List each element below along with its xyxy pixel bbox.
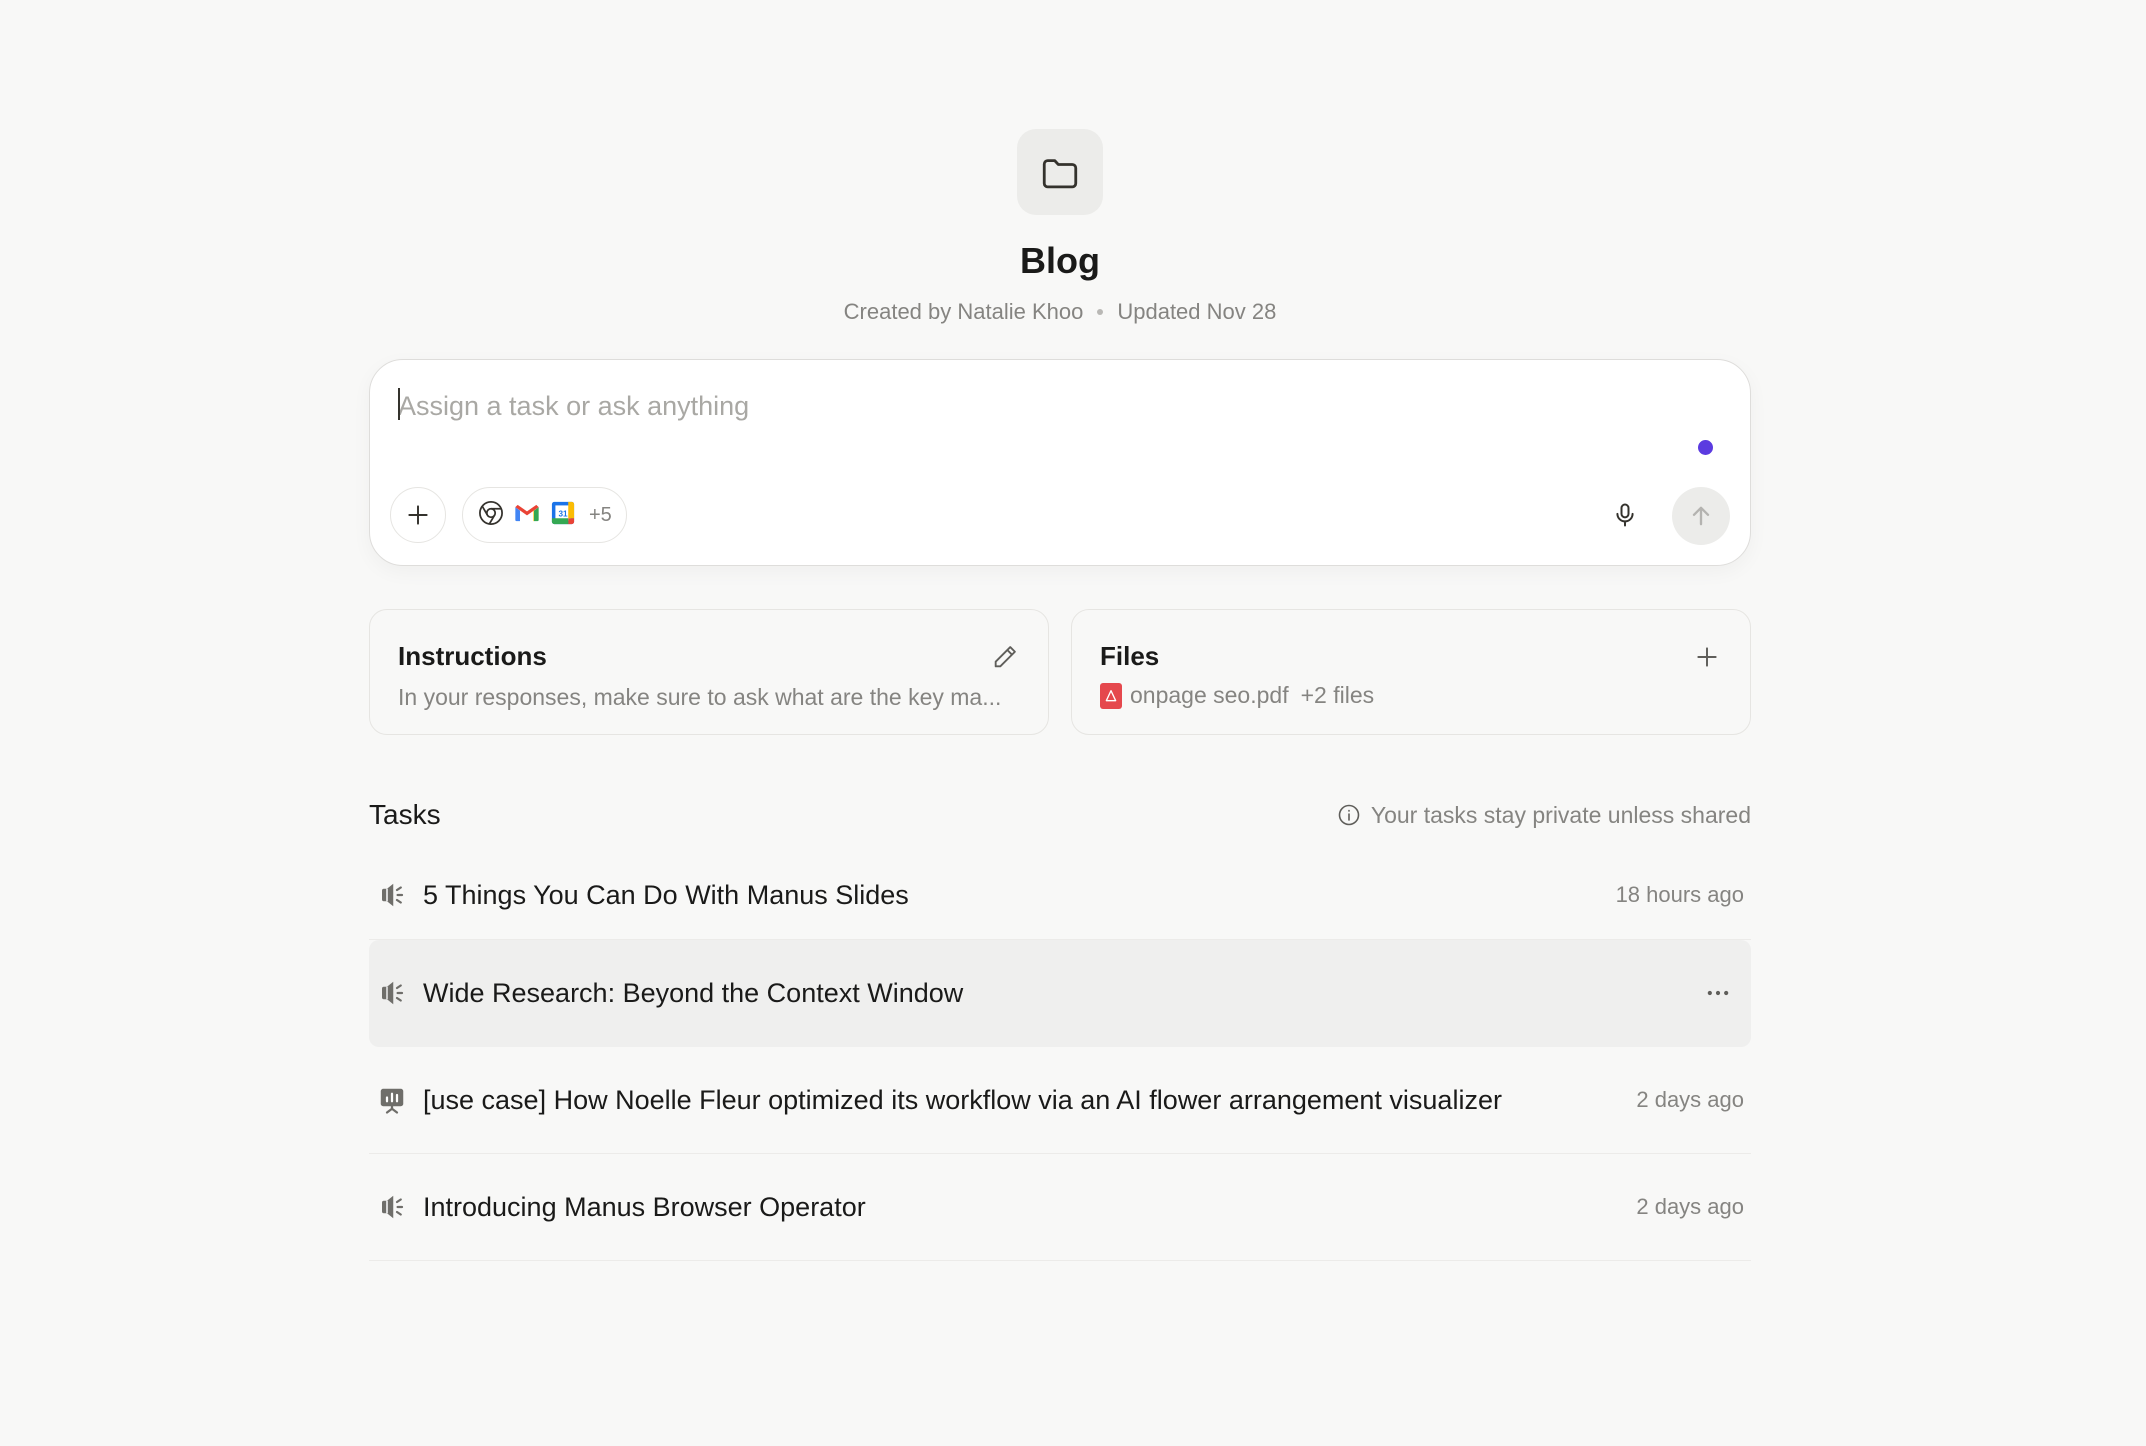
edit-instructions-button[interactable] [988,640,1022,674]
task-list: 5 Things You Can Do With Manus Slides 18… [369,851,1751,1261]
tasks-header: Tasks Your tasks stay private unless sha… [369,797,1751,833]
plus-icon [1697,647,1717,667]
project-page: Blog Created by Natalie Khoo Updated Nov… [369,0,1751,1261]
google-calendar-icon: 31 [549,499,577,532]
privacy-note: Your tasks stay private unless shared [1337,802,1751,829]
instructions-card[interactable]: Instructions In your responses, make sur… [369,609,1049,735]
folder-icon [1017,129,1103,215]
text-caret [398,388,400,420]
privacy-text: Your tasks stay private unless shared [1370,801,1751,828]
task-title: [use case] How Noelle Fleur optimized it… [423,1084,1502,1115]
task-title: 5 Things You Can Do With Manus Slides [423,879,909,910]
updated-date: Updated Nov 28 [1117,299,1277,324]
task-input[interactable] [398,386,1598,426]
tasks-title: Tasks [369,799,441,830]
task-row[interactable]: Introducing Manus Browser Operator 2 day… [369,1154,1751,1261]
pdf-file-icon [1100,682,1122,709]
more-files[interactable]: +2 files [1301,682,1375,709]
chrome-icon [477,499,505,532]
send-button[interactable] [1672,487,1730,545]
megaphone-icon [376,1191,408,1223]
task-time: 2 days ago [1636,1087,1744,1112]
instructions-preview: In your responses, make sure to ask what… [398,684,1002,710]
instructions-title: Instructions [398,641,547,671]
files-card[interactable]: Files onpage seo.pdf +2 files [1071,609,1751,735]
separator-dot [1097,309,1104,315]
project-header: Blog Created by Natalie Khoo Updated Nov… [369,0,1751,325]
arrow-up-icon [1692,506,1710,526]
connectors-button[interactable]: 31 +5 [462,487,627,543]
plus-icon [408,505,428,525]
files-title: Files [1100,641,1160,671]
files-summary: onpage seo.pdf +2 files [1100,682,1374,709]
status-dot [1698,440,1713,455]
gmail-icon [513,499,541,532]
info-icon [1338,804,1360,826]
task-time: 18 hours ago [1615,882,1744,907]
task-title: Introducing Manus Browser Operator [423,1191,866,1222]
more-horizontal-icon [1707,990,1729,996]
task-row[interactable]: 5 Things You Can Do With Manus Slides 18… [369,851,1751,940]
svg-text:31: 31 [558,509,568,518]
pencil-icon [994,646,1016,668]
task-row[interactable]: Wide Research: Beyond the Context Window [369,940,1751,1047]
add-attachment-button[interactable] [390,487,446,543]
megaphone-icon [376,977,408,1009]
task-more-button[interactable] [1698,973,1738,1013]
task-row[interactable]: [use case] How Noelle Fleur optimized it… [369,1047,1751,1154]
add-file-button[interactable] [1690,640,1724,674]
project-meta: Created by Natalie Khoo Updated Nov 28 [844,299,1277,325]
megaphone-icon [376,879,408,911]
task-title: Wide Research: Beyond the Context Window [423,977,964,1008]
task-time: 2 days ago [1636,1194,1744,1219]
presentation-icon [376,1084,408,1116]
file-name[interactable]: onpage seo.pdf [1130,682,1289,709]
task-composer: 31 +5 [369,359,1751,566]
voice-input-button[interactable] [1602,492,1648,538]
microphone-icon [1616,503,1634,527]
connectors-more-count: +5 [589,503,612,526]
project-cards: Instructions In your responses, make sur… [369,609,1751,735]
page-title: Blog [1020,240,1100,281]
created-by: Created by Natalie Khoo [843,299,1084,324]
